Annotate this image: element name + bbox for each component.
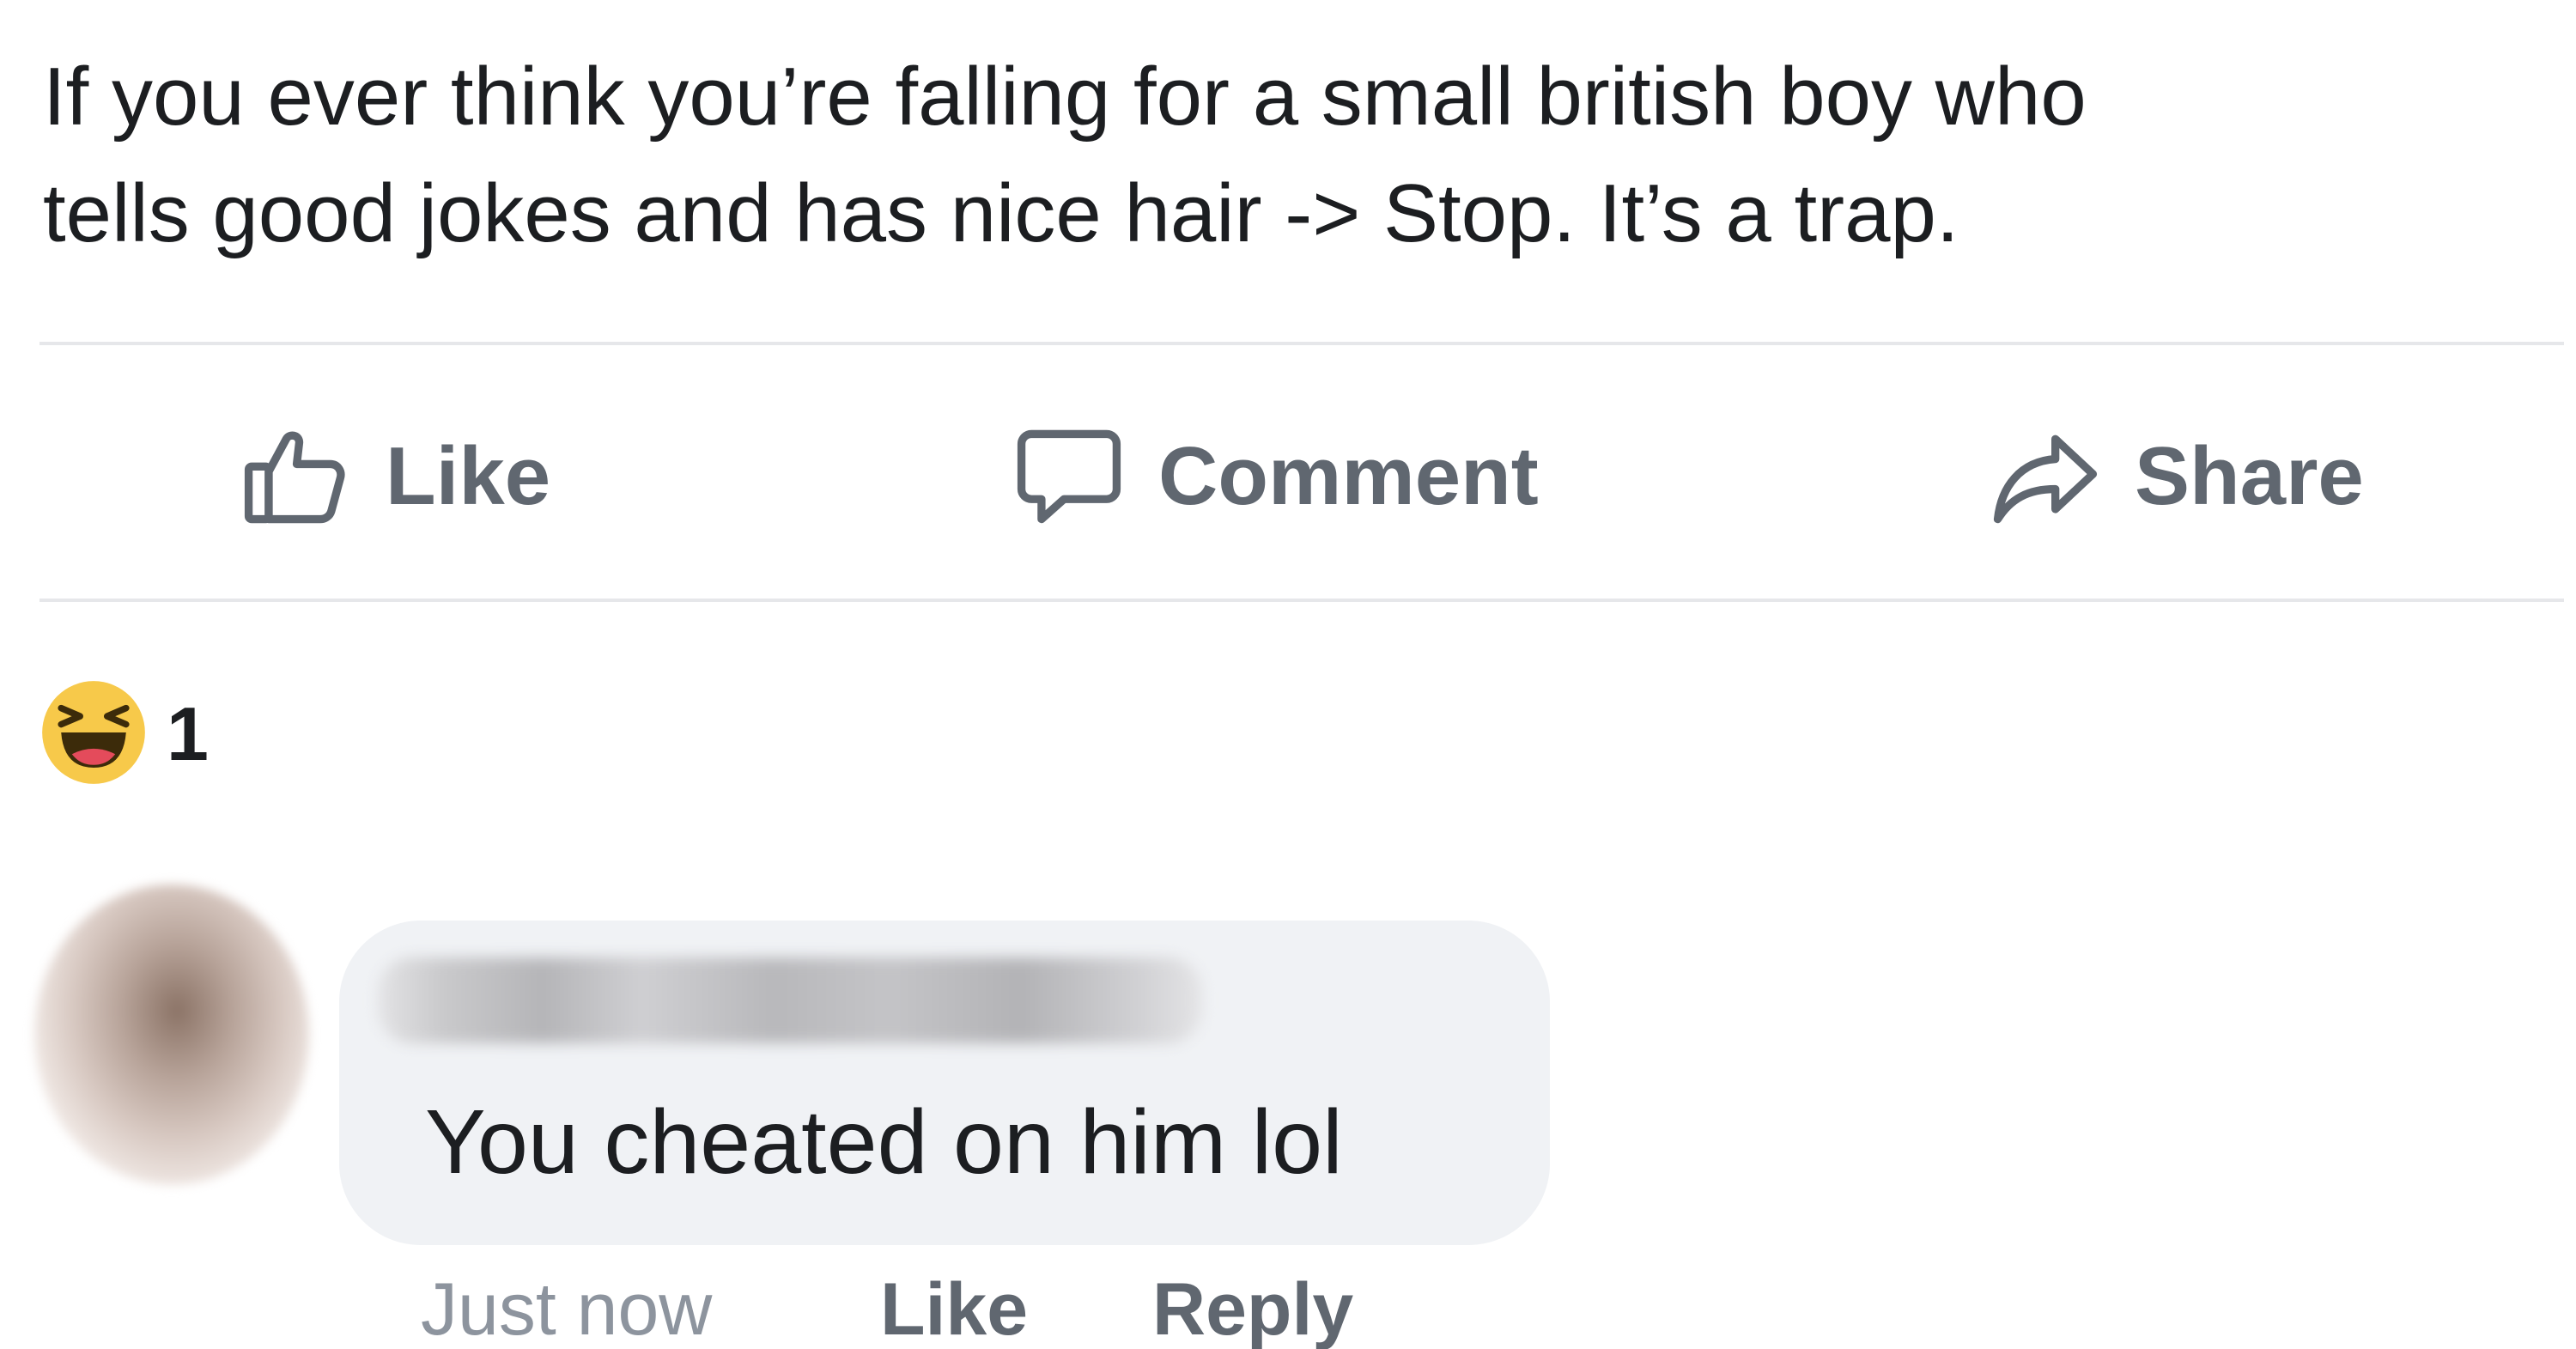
reaction-count: 1 [167, 691, 209, 776]
redacted-commenter-name [378, 957, 1202, 1043]
facebook-post: If you ever think you’re falling for a s… [0, 0, 2576, 1349]
avatar[interactable] [34, 884, 309, 1185]
thumbs-up-icon [236, 416, 356, 537]
share-button[interactable]: Share [1985, 412, 2364, 541]
speech-bubble-icon [1009, 416, 1129, 537]
share-arrow-icon [1985, 416, 2105, 537]
comment-reply-link[interactable]: Reply [1152, 1262, 1353, 1349]
comment-like-link[interactable]: Like [880, 1262, 1028, 1349]
divider-top [39, 342, 2564, 345]
comment-timestamp: Just now [421, 1268, 713, 1349]
reaction-summary[interactable]: 1 [39, 680, 209, 788]
like-button[interactable]: Like [236, 412, 550, 541]
divider-bottom [39, 599, 2564, 602]
comment-button[interactable]: Comment [1009, 412, 1539, 541]
comment-label: Comment [1158, 430, 1539, 522]
comment-text: You cheated on him lol [425, 1091, 1343, 1193]
like-label: Like [386, 430, 551, 522]
post-text: If you ever think you’re falling for a s… [43, 51, 2087, 259]
haha-emoji-icon [39, 678, 148, 791]
share-label: Share [2135, 430, 2364, 522]
